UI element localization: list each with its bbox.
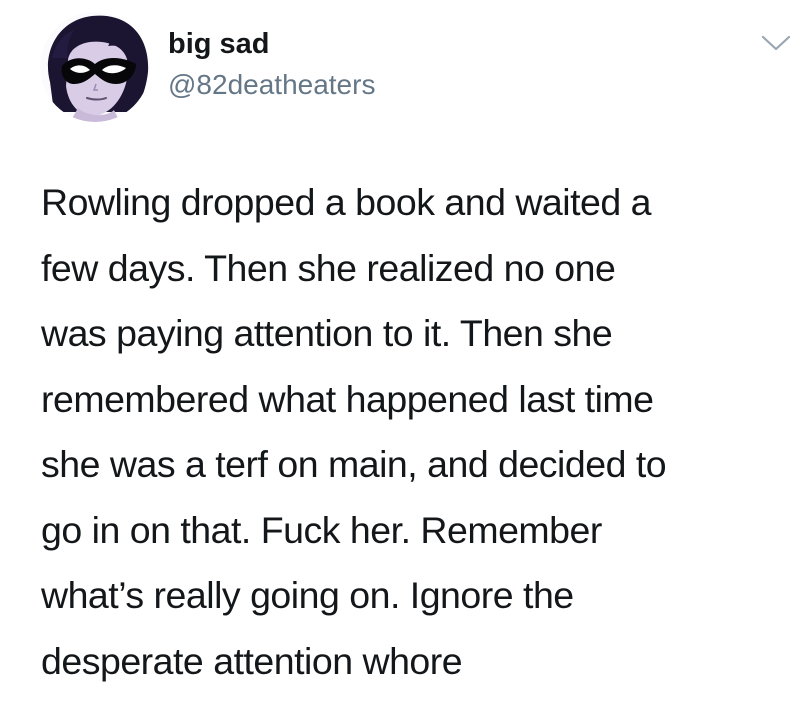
tweet-text: Rowling dropped a book and waited a few …	[41, 181, 667, 682]
chevron-down-icon	[761, 35, 791, 51]
user-avatar[interactable]	[40, 12, 150, 122]
author-display-name[interactable]: big sad	[168, 26, 270, 62]
author-handle[interactable]: @82deatheaters	[168, 68, 375, 102]
tweet-menu-button[interactable]	[760, 32, 792, 54]
masked-cartoon-character-avatar-icon	[40, 12, 150, 122]
tweet-card: big sad @82deatheaters Rowling dropped a…	[0, 0, 810, 716]
